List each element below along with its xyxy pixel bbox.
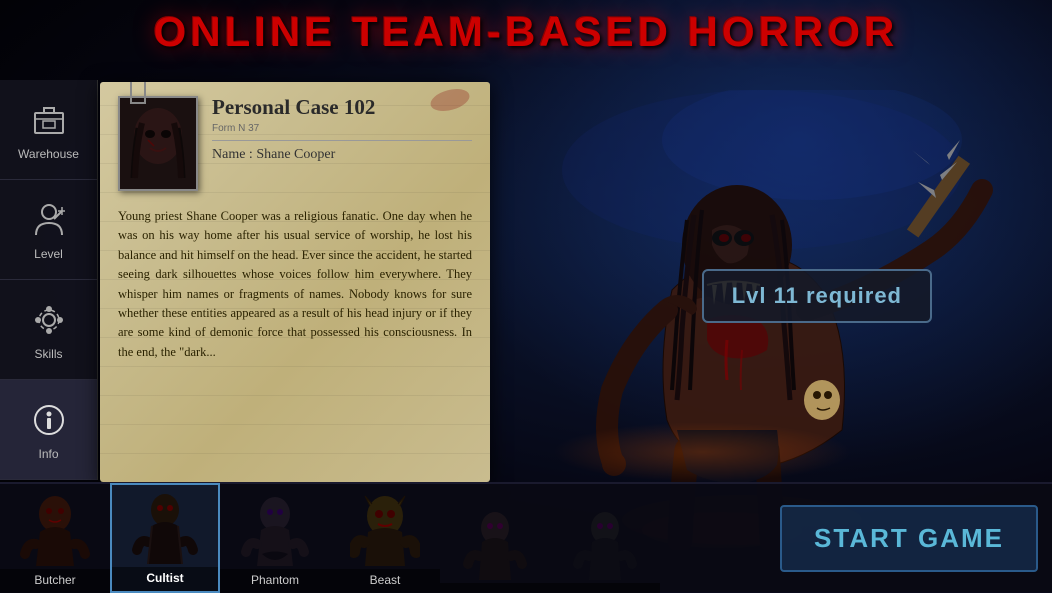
sidebar-level-label: Level <box>34 247 63 261</box>
slot6-thumbnail <box>550 505 660 583</box>
sidebar-item-warehouse[interactable]: Warehouse <box>0 80 97 180</box>
case-divider <box>212 140 472 141</box>
beast-label: Beast <box>330 569 440 593</box>
sidebar-skills-label: Skills <box>34 347 62 361</box>
gear-icon <box>28 299 70 341</box>
case-form-number: Form N 37 <box>212 123 472 134</box>
sidebar: Warehouse Level Skills <box>0 80 98 480</box>
ground-fire-effect <box>552 422 852 482</box>
character-slot-6[interactable] <box>550 483 660 593</box>
character-slot-butcher[interactable]: Butcher <box>0 483 110 593</box>
case-body-text: Young priest Shane Cooper was a religiou… <box>118 201 472 362</box>
phantom-thumbnail <box>220 491 330 569</box>
info-icon <box>28 399 70 441</box>
butcher-label: Butcher <box>0 569 110 593</box>
character-slot-5[interactable] <box>440 483 550 593</box>
case-title-section: Personal Case 102 Form N 37 Name : Shane… <box>212 96 472 163</box>
main-title: ONLINE TEAM-BASED HORROR <box>0 8 1052 56</box>
paperclip-decoration <box>130 82 146 104</box>
sidebar-item-level[interactable]: Level <box>0 180 97 280</box>
bottom-character-bar: Butcher Cultist <box>0 482 1052 592</box>
beast-thumbnail <box>330 491 440 569</box>
sidebar-warehouse-label: Warehouse <box>18 147 79 161</box>
slot5-thumbnail <box>440 505 550 583</box>
case-name: Name : Shane Cooper <box>212 147 472 163</box>
character-slot-phantom[interactable]: Phantom <box>220 483 330 593</box>
level-required-badge: Lvl 11 required <box>702 269 932 323</box>
sidebar-info-label: Info <box>38 447 58 461</box>
case-header: Personal Case 102 Form N 37 Name : Shane… <box>118 96 472 191</box>
cultist-thumbnail <box>112 489 218 567</box>
case-title: Personal Case 102 <box>212 96 472 119</box>
sidebar-item-skills[interactable]: Skills <box>0 280 97 380</box>
phantom-label: Phantom <box>220 569 330 593</box>
start-game-button[interactable]: START GAME <box>780 505 1038 572</box>
cultist-label: Cultist <box>112 567 218 591</box>
character-slot-cultist[interactable]: Cultist <box>110 483 220 593</box>
case-card: Personal Case 102 Form N 37 Name : Shane… <box>100 82 490 482</box>
sidebar-item-info[interactable]: Info <box>0 380 97 480</box>
butcher-thumbnail <box>0 491 110 569</box>
character-slot-beast[interactable]: Beast <box>330 483 440 593</box>
person-icon <box>28 199 70 241</box>
case-photo <box>118 96 198 191</box>
box-icon <box>28 99 70 141</box>
